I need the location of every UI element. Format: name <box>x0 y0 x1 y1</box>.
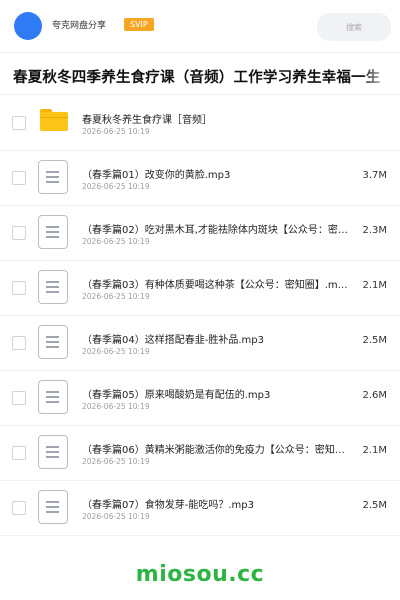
header-divider <box>0 52 400 53</box>
list-item[interactable]: （春季篇06）黄精米粥能激活你的免疫力【公众号：密知圈】.mp3 2026-06… <box>0 426 400 481</box>
file-name[interactable]: （春季篇04）这样搭配春韭-胜补品.mp3 <box>82 331 350 346</box>
file-date: 2026-06-25 10:19 <box>82 512 150 521</box>
select-checkbox[interactable] <box>12 171 26 185</box>
select-checkbox[interactable] <box>12 226 26 240</box>
file-list: 春夏秋冬养生食疗课［音频］ 2026-06-25 10:19 （春季篇01）改变… <box>0 96 400 536</box>
file-name[interactable]: （春季篇01）改变你的黄脸.mp3 <box>82 166 350 181</box>
list-item[interactable]: （春季篇03）有种体质要喝这种茶【公众号：密知圈】.mp3 2026-06-25… <box>0 261 400 316</box>
file-name[interactable]: （春季篇03）有种体质要喝这种茶【公众号：密知圈】.mp3 <box>82 276 350 291</box>
file-size: 2.6M <box>362 390 387 401</box>
audio-file-icon <box>38 380 68 414</box>
list-item[interactable]: （春季篇07）食物发芽-能吃吗？.mp3 2026-06-25 10:19 2.… <box>0 481 400 536</box>
page-title: 春夏秋冬四季养生食疗课（音频）工作学习养生幸福一生 <box>13 70 381 86</box>
avatar[interactable] <box>14 12 42 40</box>
file-date: 2026-06-25 10:19 <box>82 182 150 191</box>
title-fade <box>361 64 391 90</box>
audio-file-icon <box>38 270 68 304</box>
list-item[interactable]: 春夏秋冬养生食疗课［音频］ 2026-06-25 10:19 <box>0 96 400 151</box>
file-size: 3.7M <box>362 170 387 181</box>
search-input[interactable] <box>317 13 391 41</box>
file-date: 2026-06-25 10:19 <box>82 127 150 136</box>
watermark: miosou.cc <box>135 562 265 587</box>
list-item[interactable]: （春季篇05）原来喝酸奶是有配伍的.mp3 2026-06-25 10:19 2… <box>0 371 400 426</box>
audio-file-icon <box>38 215 68 249</box>
list-item[interactable]: （春季篇04）这样搭配春韭-胜补品.mp3 2026-06-25 10:19 2… <box>0 316 400 371</box>
title-divider <box>0 94 400 95</box>
file-size: 2.5M <box>362 335 387 346</box>
file-size: 2.5M <box>362 500 387 511</box>
file-date: 2026-06-25 10:19 <box>82 292 150 301</box>
app-title: 夸克网盘分享 <box>52 21 107 31</box>
file-name[interactable]: 春夏秋冬养生食疗课［音频］ <box>82 111 350 126</box>
select-checkbox[interactable] <box>12 391 26 405</box>
file-date: 2026-06-25 10:19 <box>82 402 150 411</box>
file-size: 2.3M <box>362 225 387 236</box>
file-name[interactable]: （春季篇05）原来喝酸奶是有配伍的.mp3 <box>82 386 350 401</box>
file-date: 2026-06-25 10:19 <box>82 347 150 356</box>
folder-icon <box>40 109 68 131</box>
audio-file-icon <box>38 160 68 194</box>
file-date: 2026-06-25 10:19 <box>82 457 150 466</box>
audio-file-icon <box>38 325 68 359</box>
select-checkbox[interactable] <box>12 281 26 295</box>
select-checkbox[interactable] <box>12 336 26 350</box>
select-checkbox[interactable] <box>12 446 26 460</box>
audio-file-icon <box>38 490 68 524</box>
audio-file-icon <box>38 435 68 469</box>
list-item[interactable]: （春季篇02）吃对黑木耳,才能祛除体内斑块【公众号：密知圈】.mp3 2026-… <box>0 206 400 261</box>
file-size: 2.1M <box>362 445 387 456</box>
file-name[interactable]: （春季篇06）黄精米粥能激活你的免疫力【公众号：密知圈】.mp3 <box>82 441 350 456</box>
file-name[interactable]: （春季篇02）吃对黑木耳,才能祛除体内斑块【公众号：密知圈】.mp3 <box>82 221 350 236</box>
file-date: 2026-06-25 10:19 <box>82 237 150 246</box>
file-size: 2.1M <box>362 280 387 291</box>
list-item[interactable]: （春季篇01）改变你的黄脸.mp3 2026-06-25 10:19 3.7M <box>0 151 400 206</box>
select-checkbox[interactable] <box>12 116 26 130</box>
select-checkbox[interactable] <box>12 501 26 515</box>
svip-badge: SVIP <box>124 18 154 31</box>
file-name[interactable]: （春季篇07）食物发芽-能吃吗？.mp3 <box>82 496 350 511</box>
header-bar: 夸克网盘分享 SVIP <box>0 0 400 52</box>
